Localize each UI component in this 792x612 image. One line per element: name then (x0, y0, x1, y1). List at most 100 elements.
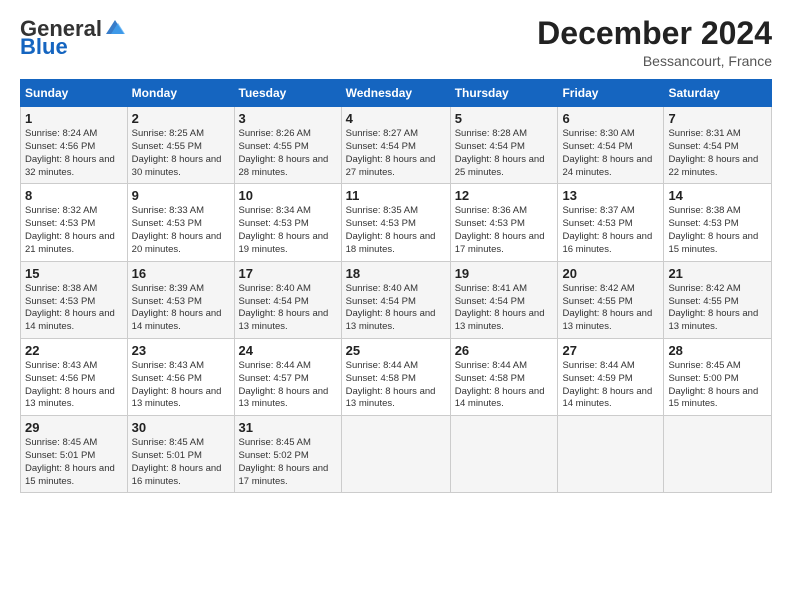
day-number: 9 (132, 188, 230, 203)
col-thursday: Thursday (450, 80, 558, 107)
col-tuesday: Tuesday (234, 80, 341, 107)
day-info: Sunrise: 8:43 AMSunset: 4:56 PMDaylight:… (132, 360, 222, 409)
day-info: Sunrise: 8:39 AMSunset: 4:53 PMDaylight:… (132, 283, 222, 332)
day-info: Sunrise: 8:32 AMSunset: 4:53 PMDaylight:… (25, 205, 115, 254)
col-saturday: Saturday (664, 80, 772, 107)
day-info: Sunrise: 8:45 AMSunset: 5:02 PMDaylight:… (239, 437, 329, 486)
calendar-week-row: 1 Sunrise: 8:24 AMSunset: 4:56 PMDayligh… (21, 107, 772, 184)
day-info: Sunrise: 8:43 AMSunset: 4:56 PMDaylight:… (25, 360, 115, 409)
day-info: Sunrise: 8:36 AMSunset: 4:53 PMDaylight:… (455, 205, 545, 254)
table-row: 9 Sunrise: 8:33 AMSunset: 4:53 PMDayligh… (127, 184, 234, 261)
day-info: Sunrise: 8:38 AMSunset: 4:53 PMDaylight:… (668, 205, 758, 254)
table-row: 30 Sunrise: 8:45 AMSunset: 5:01 PMDaylig… (127, 416, 234, 493)
table-row: 11 Sunrise: 8:35 AMSunset: 4:53 PMDaylig… (341, 184, 450, 261)
day-info: Sunrise: 8:33 AMSunset: 4:53 PMDaylight:… (132, 205, 222, 254)
table-row: 5 Sunrise: 8:28 AMSunset: 4:54 PMDayligh… (450, 107, 558, 184)
day-number: 13 (562, 188, 659, 203)
day-info: Sunrise: 8:37 AMSunset: 4:53 PMDaylight:… (562, 205, 652, 254)
day-number: 27 (562, 343, 659, 358)
calendar-week-row: 22 Sunrise: 8:43 AMSunset: 4:56 PMDaylig… (21, 338, 772, 415)
day-info: Sunrise: 8:42 AMSunset: 4:55 PMDaylight:… (668, 283, 758, 332)
day-info: Sunrise: 8:40 AMSunset: 4:54 PMDaylight:… (346, 283, 436, 332)
day-info: Sunrise: 8:35 AMSunset: 4:53 PMDaylight:… (346, 205, 436, 254)
logo: General Blue (20, 16, 126, 60)
day-number: 11 (346, 188, 446, 203)
table-row: 22 Sunrise: 8:43 AMSunset: 4:56 PMDaylig… (21, 338, 128, 415)
calendar-week-row: 8 Sunrise: 8:32 AMSunset: 4:53 PMDayligh… (21, 184, 772, 261)
day-number: 10 (239, 188, 337, 203)
day-number: 30 (132, 420, 230, 435)
table-row: 18 Sunrise: 8:40 AMSunset: 4:54 PMDaylig… (341, 261, 450, 338)
table-row: 3 Sunrise: 8:26 AMSunset: 4:55 PMDayligh… (234, 107, 341, 184)
day-number: 7 (668, 111, 767, 126)
day-number: 4 (346, 111, 446, 126)
page: General Blue December 2024 Bessancourt, … (0, 0, 792, 612)
table-row: 2 Sunrise: 8:25 AMSunset: 4:55 PMDayligh… (127, 107, 234, 184)
day-number: 14 (668, 188, 767, 203)
day-number: 29 (25, 420, 123, 435)
day-number: 22 (25, 343, 123, 358)
table-row (341, 416, 450, 493)
day-number: 8 (25, 188, 123, 203)
table-row: 1 Sunrise: 8:24 AMSunset: 4:56 PMDayligh… (21, 107, 128, 184)
table-row: 12 Sunrise: 8:36 AMSunset: 4:53 PMDaylig… (450, 184, 558, 261)
table-row: 6 Sunrise: 8:30 AMSunset: 4:54 PMDayligh… (558, 107, 664, 184)
day-number: 1 (25, 111, 123, 126)
day-number: 2 (132, 111, 230, 126)
day-info: Sunrise: 8:45 AMSunset: 5:01 PMDaylight:… (25, 437, 115, 486)
day-info: Sunrise: 8:45 AMSunset: 5:01 PMDaylight:… (132, 437, 222, 486)
table-row (664, 416, 772, 493)
day-number: 24 (239, 343, 337, 358)
header: General Blue December 2024 Bessancourt, … (20, 16, 772, 69)
day-number: 5 (455, 111, 554, 126)
day-info: Sunrise: 8:40 AMSunset: 4:54 PMDaylight:… (239, 283, 329, 332)
table-row: 4 Sunrise: 8:27 AMSunset: 4:54 PMDayligh… (341, 107, 450, 184)
day-info: Sunrise: 8:44 AMSunset: 4:59 PMDaylight:… (562, 360, 652, 409)
table-row: 24 Sunrise: 8:44 AMSunset: 4:57 PMDaylig… (234, 338, 341, 415)
table-row: 27 Sunrise: 8:44 AMSunset: 4:59 PMDaylig… (558, 338, 664, 415)
table-row: 7 Sunrise: 8:31 AMSunset: 4:54 PMDayligh… (664, 107, 772, 184)
day-info: Sunrise: 8:26 AMSunset: 4:55 PMDaylight:… (239, 128, 329, 177)
table-row: 20 Sunrise: 8:42 AMSunset: 4:55 PMDaylig… (558, 261, 664, 338)
day-info: Sunrise: 8:34 AMSunset: 4:53 PMDaylight:… (239, 205, 329, 254)
day-number: 18 (346, 266, 446, 281)
day-info: Sunrise: 8:45 AMSunset: 5:00 PMDaylight:… (668, 360, 758, 409)
day-number: 31 (239, 420, 337, 435)
day-info: Sunrise: 8:30 AMSunset: 4:54 PMDaylight:… (562, 128, 652, 177)
table-row: 13 Sunrise: 8:37 AMSunset: 4:53 PMDaylig… (558, 184, 664, 261)
calendar-week-row: 29 Sunrise: 8:45 AMSunset: 5:01 PMDaylig… (21, 416, 772, 493)
day-number: 6 (562, 111, 659, 126)
day-info: Sunrise: 8:31 AMSunset: 4:54 PMDaylight:… (668, 128, 758, 177)
day-number: 28 (668, 343, 767, 358)
day-info: Sunrise: 8:44 AMSunset: 4:58 PMDaylight:… (455, 360, 545, 409)
table-row (558, 416, 664, 493)
table-row: 25 Sunrise: 8:44 AMSunset: 4:58 PMDaylig… (341, 338, 450, 415)
day-number: 17 (239, 266, 337, 281)
col-friday: Friday (558, 80, 664, 107)
day-info: Sunrise: 8:41 AMSunset: 4:54 PMDaylight:… (455, 283, 545, 332)
table-row: 21 Sunrise: 8:42 AMSunset: 4:55 PMDaylig… (664, 261, 772, 338)
day-number: 21 (668, 266, 767, 281)
table-row: 10 Sunrise: 8:34 AMSunset: 4:53 PMDaylig… (234, 184, 341, 261)
day-number: 16 (132, 266, 230, 281)
day-number: 12 (455, 188, 554, 203)
col-wednesday: Wednesday (341, 80, 450, 107)
month-title: December 2024 (537, 16, 772, 51)
day-info: Sunrise: 8:44 AMSunset: 4:57 PMDaylight:… (239, 360, 329, 409)
col-monday: Monday (127, 80, 234, 107)
table-row: 31 Sunrise: 8:45 AMSunset: 5:02 PMDaylig… (234, 416, 341, 493)
day-number: 19 (455, 266, 554, 281)
day-info: Sunrise: 8:27 AMSunset: 4:54 PMDaylight:… (346, 128, 436, 177)
table-row: 28 Sunrise: 8:45 AMSunset: 5:00 PMDaylig… (664, 338, 772, 415)
table-row: 15 Sunrise: 8:38 AMSunset: 4:53 PMDaylig… (21, 261, 128, 338)
table-row: 26 Sunrise: 8:44 AMSunset: 4:58 PMDaylig… (450, 338, 558, 415)
title-block: December 2024 Bessancourt, France (537, 16, 772, 69)
day-number: 20 (562, 266, 659, 281)
location: Bessancourt, France (537, 53, 772, 69)
day-number: 26 (455, 343, 554, 358)
day-info: Sunrise: 8:38 AMSunset: 4:53 PMDaylight:… (25, 283, 115, 332)
calendar-header-row: Sunday Monday Tuesday Wednesday Thursday… (21, 80, 772, 107)
calendar-table: Sunday Monday Tuesday Wednesday Thursday… (20, 79, 772, 493)
day-number: 3 (239, 111, 337, 126)
day-info: Sunrise: 8:28 AMSunset: 4:54 PMDaylight:… (455, 128, 545, 177)
